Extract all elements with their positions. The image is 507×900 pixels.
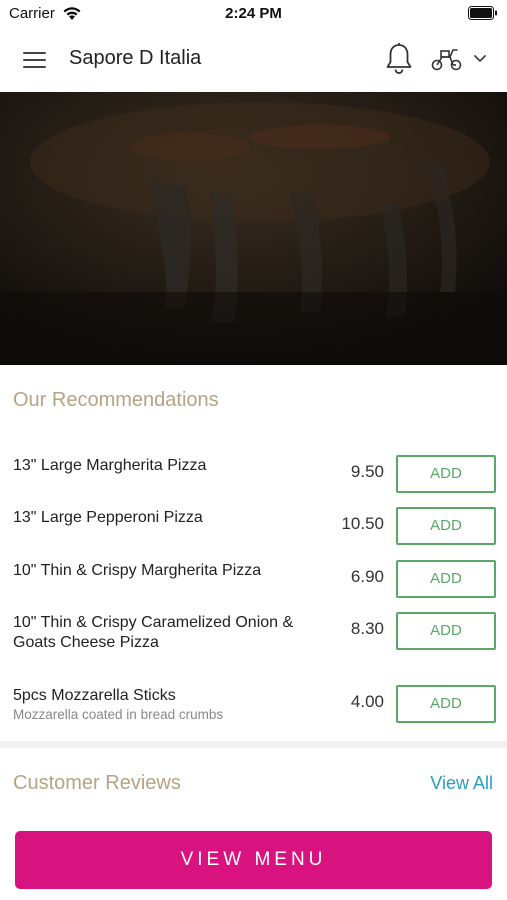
bell-icon[interactable] [384, 42, 414, 76]
list-item: 10" Thin & Crispy Caramelized Onion & Go… [0, 597, 507, 667]
item-price: 10.50 [341, 514, 384, 533]
chevron-down-icon[interactable] [472, 52, 488, 66]
item-price: 4.00 [350, 692, 384, 711]
list-item: 10" Thin & Crispy Margherita Pizza 6.90 … [0, 545, 507, 598]
view-menu-button[interactable]: VIEW MENU [15, 831, 492, 889]
add-button[interactable]: ADD [396, 612, 496, 650]
list-item: 13" Large Margherita Pizza 9.50 ADD [0, 440, 507, 493]
status-time: 2:24 PM [225, 5, 282, 22]
add-button[interactable]: ADD [396, 685, 496, 723]
item-price: 9.50 [350, 462, 384, 481]
item-name: 10" Thin & Crispy Margherita Pizza [13, 562, 262, 579]
section-divider [0, 741, 507, 748]
view-all-link[interactable]: View All [430, 773, 493, 794]
top-navigation-bar: Sapore D Italia [0, 28, 507, 92]
item-name: 13" Large Margherita Pizza [13, 457, 207, 474]
add-button[interactable]: ADD [396, 560, 496, 598]
hamburger-menu-icon[interactable] [20, 46, 50, 74]
reviews-title: Customer Reviews [13, 772, 181, 794]
status-bar: Carrier 2:24 PM [0, 0, 507, 28]
item-price: 6.90 [350, 567, 384, 586]
add-button[interactable]: ADD [396, 455, 496, 493]
add-button[interactable]: ADD [396, 507, 496, 545]
item-name: 10" Thin & Crispy Caramelized Onion & Go… [13, 614, 294, 651]
hero-image [0, 92, 507, 365]
app-title: Sapore D Italia [69, 47, 202, 69]
item-name: 5pcs Mozzarella Sticks [13, 687, 176, 704]
scooter-icon[interactable] [430, 46, 464, 72]
battery-icon [468, 6, 498, 21]
item-price: 8.30 [350, 619, 384, 638]
list-item: 5pcs Mozzarella Sticks Mozzarella coated… [0, 670, 507, 730]
item-name: 13" Large Pepperoni Pizza [13, 509, 203, 526]
item-description: Mozzarella coated in bread crumbs [13, 707, 224, 722]
recommendations-title: Our Recommendations [13, 389, 219, 411]
list-item: 13" Large Pepperoni Pizza 10.50 ADD [0, 492, 507, 545]
